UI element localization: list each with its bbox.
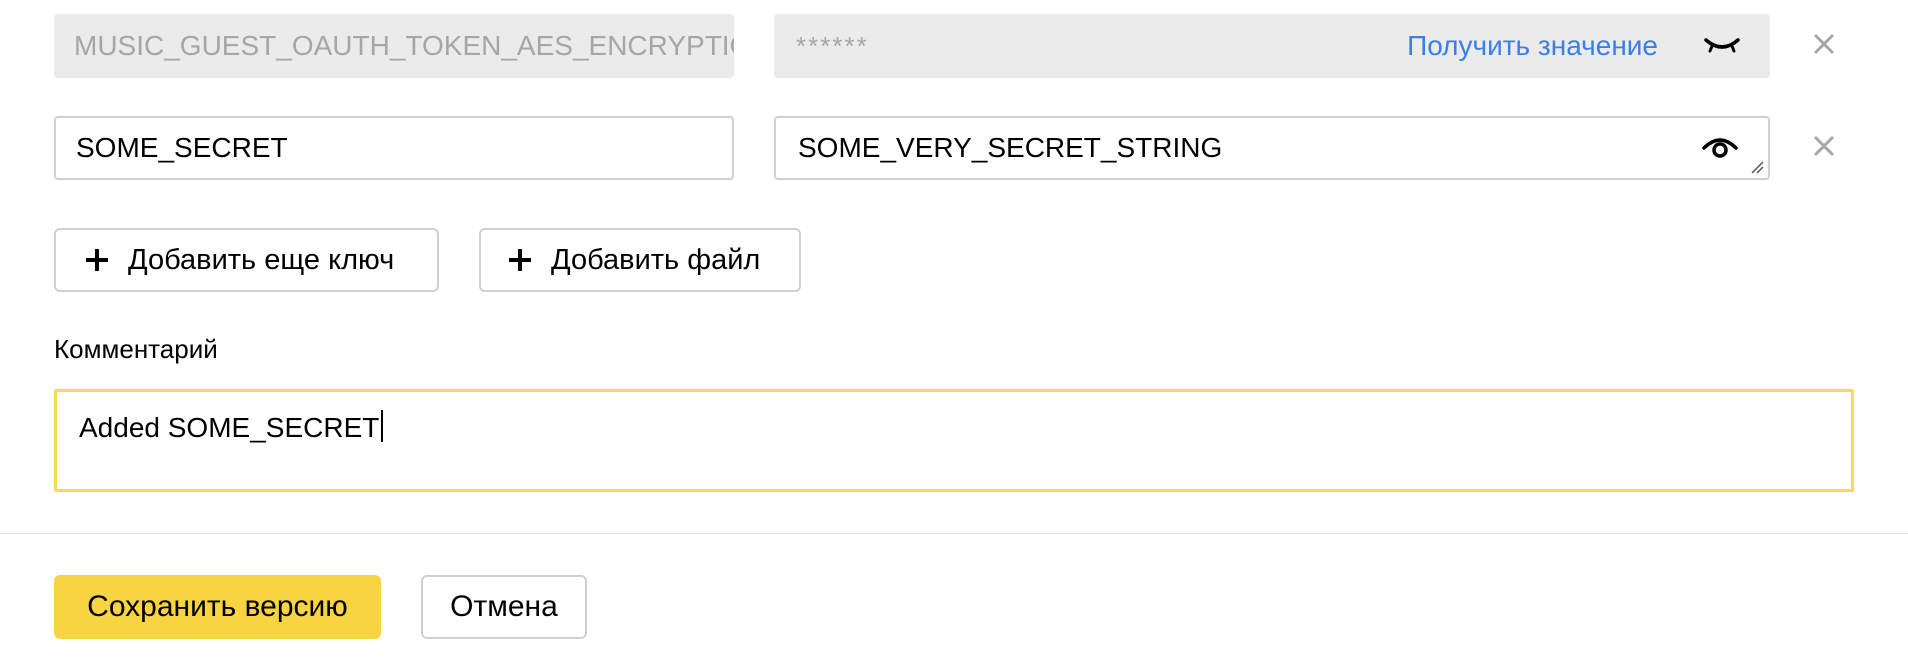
plus-icon xyxy=(509,249,531,271)
save-version-button[interactable]: Сохранить версию xyxy=(54,575,381,639)
remove-row-2-button[interactable] xyxy=(1806,130,1842,166)
comment-textarea[interactable]: Added SOME_SECRET xyxy=(54,389,1854,492)
secret-value-masked-1: ****** xyxy=(796,30,869,61)
secret-key-text-1: MUSIC_GUEST_OAUTH_TOKEN_AES_ENCRYPTION xyxy=(74,30,734,61)
resize-grip-icon[interactable] xyxy=(1750,160,1764,174)
divider xyxy=(0,533,1908,534)
plus-icon xyxy=(86,249,108,271)
close-icon xyxy=(1814,34,1834,59)
add-file-label: Добавить файл xyxy=(551,243,761,276)
comment-label: Комментарий xyxy=(54,334,218,364)
text-caret xyxy=(381,410,384,442)
eye-open-icon[interactable] xyxy=(1700,133,1740,163)
secret-value-field-1: ****** Получить значение xyxy=(774,14,1770,78)
close-icon xyxy=(1814,136,1834,161)
add-key-button[interactable]: Добавить еще ключ xyxy=(54,228,439,292)
remove-row-1-button[interactable] xyxy=(1806,28,1842,64)
secret-key-input-2[interactable]: SOME_SECRET xyxy=(54,116,734,180)
cancel-label: Отмена xyxy=(450,590,558,623)
secret-key-text-2: SOME_SECRET xyxy=(76,132,288,163)
save-version-label: Сохранить версию xyxy=(87,590,348,623)
comment-text: Added SOME_SECRET xyxy=(79,412,380,443)
get-value-link[interactable]: Получить значение xyxy=(1407,30,1658,62)
eye-closed-icon[interactable] xyxy=(1702,31,1742,61)
secret-value-text-2: SOME_VERY_SECRET_STRING xyxy=(798,132,1223,163)
add-file-button[interactable]: Добавить файл xyxy=(479,228,801,292)
cancel-button[interactable]: Отмена xyxy=(421,575,587,639)
secret-key-field-1: MUSIC_GUEST_OAUTH_TOKEN_AES_ENCRYPTION xyxy=(54,14,734,78)
secret-value-input-2[interactable]: SOME_VERY_SECRET_STRING xyxy=(774,116,1770,180)
add-key-label: Добавить еще ключ xyxy=(128,243,395,276)
